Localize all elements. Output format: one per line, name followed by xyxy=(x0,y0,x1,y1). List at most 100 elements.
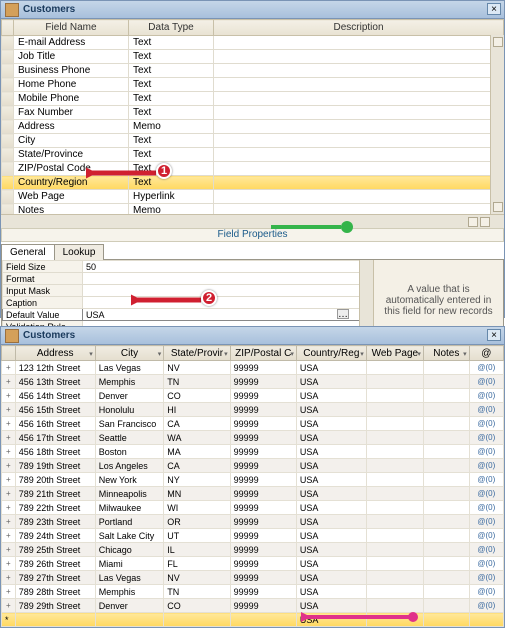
cell-notes[interactable] xyxy=(423,403,469,417)
cell-country[interactable]: USA xyxy=(296,571,366,585)
col-data-type[interactable]: Data Type xyxy=(129,20,214,36)
row-selector[interactable] xyxy=(2,176,14,190)
data-row[interactable]: +789 29th StreetDenverCO99999USA@(0) xyxy=(2,599,504,613)
cell-webpage[interactable] xyxy=(366,571,423,585)
field-row[interactable]: NotesMemo xyxy=(2,204,504,215)
cell-state[interactable]: NY xyxy=(164,473,230,487)
col-city[interactable]: City▾ xyxy=(95,346,164,361)
cell-zip[interactable]: 99999 xyxy=(230,487,296,501)
data-row[interactable]: +789 21th StreetMinneapolisMN99999USA@(0… xyxy=(2,487,504,501)
field-name-cell[interactable]: ZIP/Postal Code xyxy=(14,162,129,176)
cell-zip[interactable]: 99999 xyxy=(230,543,296,557)
cell-attachment[interactable]: @(0) xyxy=(469,459,503,473)
row-selector[interactable] xyxy=(2,106,14,120)
cell-address[interactable]: 789 22th Street xyxy=(15,501,95,515)
cell-country[interactable]: USA xyxy=(296,557,366,571)
cell-state[interactable]: TN xyxy=(164,585,230,599)
field-row[interactable]: State/ProvinceText xyxy=(2,148,504,162)
cell-notes[interactable] xyxy=(423,585,469,599)
expand-icon[interactable]: + xyxy=(2,599,16,613)
cell-city[interactable]: Las Vegas xyxy=(95,571,164,585)
cell-address[interactable]: 789 29th Street xyxy=(15,599,95,613)
cell-state[interactable]: IL xyxy=(164,543,230,557)
cell-address[interactable]: 789 23th Street xyxy=(15,515,95,529)
cell-city[interactable]: Minneapolis xyxy=(95,487,164,501)
cell-attachment[interactable]: @(0) xyxy=(469,571,503,585)
cell-country[interactable]: USA xyxy=(296,487,366,501)
field-grid[interactable]: Field Name Data Type Description E-mail … xyxy=(1,19,504,214)
cell-state[interactable]: MA xyxy=(164,445,230,459)
field-name-cell[interactable]: Home Phone xyxy=(14,78,129,92)
cell-zip[interactable]: 99999 xyxy=(230,403,296,417)
cell-notes[interactable] xyxy=(423,599,469,613)
cell-state[interactable]: NV xyxy=(164,571,230,585)
row-selector[interactable] xyxy=(2,120,14,134)
cell-webpage[interactable] xyxy=(366,445,423,459)
cell-city[interactable]: Memphis xyxy=(95,585,164,599)
cell-city[interactable]: Seattle xyxy=(95,431,164,445)
cell-state[interactable]: MN xyxy=(164,487,230,501)
cell-country[interactable]: USA xyxy=(296,543,366,557)
cell-zip[interactable]: 99999 xyxy=(230,417,296,431)
cell-address[interactable]: 789 28th Street xyxy=(15,585,95,599)
cell-zip[interactable]: 99999 xyxy=(230,375,296,389)
property-value[interactable]: 50 xyxy=(83,261,373,273)
description-cell[interactable] xyxy=(214,134,504,148)
cell-zip[interactable]: 99999 xyxy=(230,361,296,375)
cell-notes[interactable] xyxy=(423,473,469,487)
cell-country[interactable]: USA xyxy=(296,403,366,417)
expand-icon[interactable]: + xyxy=(2,515,16,529)
field-name-cell[interactable]: E-mail Address xyxy=(14,36,129,50)
cell-zip[interactable]: 99999 xyxy=(230,599,296,613)
expand-icon[interactable]: + xyxy=(2,361,16,375)
description-cell[interactable] xyxy=(214,50,504,64)
cell-zip[interactable]: 99999 xyxy=(230,473,296,487)
cell-webpage[interactable] xyxy=(366,403,423,417)
cell-zip[interactable]: 99999 xyxy=(230,515,296,529)
field-row[interactable]: ZIP/Postal CodeText xyxy=(2,162,504,176)
row-selector[interactable] xyxy=(2,92,14,106)
data-row[interactable]: +789 22th StreetMilwaukeeWI99999USA@(0) xyxy=(2,501,504,515)
field-name-cell[interactable]: Mobile Phone xyxy=(14,92,129,106)
cell-address[interactable]: 789 19th Street xyxy=(15,459,95,473)
col-country[interactable]: Country/Reg▾ xyxy=(296,346,366,361)
cell-attachment[interactable]: @(0) xyxy=(469,501,503,515)
cell-zip[interactable]: 99999 xyxy=(230,501,296,515)
cell-city[interactable]: Miami xyxy=(95,557,164,571)
row-selector[interactable] xyxy=(2,148,14,162)
cell-city[interactable]: Chicago xyxy=(95,543,164,557)
expand-icon[interactable]: + xyxy=(2,529,16,543)
field-row[interactable]: Web PageHyperlink xyxy=(2,190,504,204)
expand-icon[interactable]: + xyxy=(2,431,16,445)
data-row[interactable]: +789 26th StreetMiamiFL99999USA@(0) xyxy=(2,557,504,571)
cell-notes[interactable] xyxy=(423,459,469,473)
field-row[interactable]: AddressMemo xyxy=(2,120,504,134)
cell-address[interactable]: 789 26th Street xyxy=(15,557,95,571)
cell-country[interactable]: USA xyxy=(296,389,366,403)
field-row[interactable]: Job TitleText xyxy=(2,50,504,64)
data-row[interactable]: +789 25th StreetChicagoIL99999USA@(0) xyxy=(2,543,504,557)
expand-icon[interactable]: + xyxy=(2,487,16,501)
description-cell[interactable] xyxy=(214,120,504,134)
description-cell[interactable] xyxy=(214,106,504,120)
description-cell[interactable] xyxy=(214,36,504,50)
cell-address[interactable]: 456 18th Street xyxy=(15,445,95,459)
cell-address[interactable]: 789 21th Street xyxy=(15,487,95,501)
cell-webpage[interactable] xyxy=(366,417,423,431)
cell-notes[interactable] xyxy=(423,389,469,403)
cell-address[interactable]: 456 17th Street xyxy=(15,431,95,445)
data-row[interactable]: +789 27th StreetLas VegasNV99999USA@(0) xyxy=(2,571,504,585)
cell-notes[interactable] xyxy=(423,445,469,459)
cell-city[interactable]: Los Angeles xyxy=(95,459,164,473)
close-button[interactable]: × xyxy=(487,329,501,341)
data-row[interactable]: +456 17th StreetSeattleWA99999USA@(0) xyxy=(2,431,504,445)
cell-zip[interactable]: 99999 xyxy=(230,557,296,571)
cell-country[interactable]: USA xyxy=(296,361,366,375)
property-row[interactable]: Caption xyxy=(3,297,373,309)
row-selector[interactable] xyxy=(2,162,14,176)
cell-city[interactable]: Las Vegas xyxy=(95,361,164,375)
data-type-cell[interactable]: Text xyxy=(129,148,214,162)
cell-city[interactable]: Denver xyxy=(95,389,164,403)
cell-notes[interactable] xyxy=(423,487,469,501)
row-selector[interactable] xyxy=(2,78,14,92)
